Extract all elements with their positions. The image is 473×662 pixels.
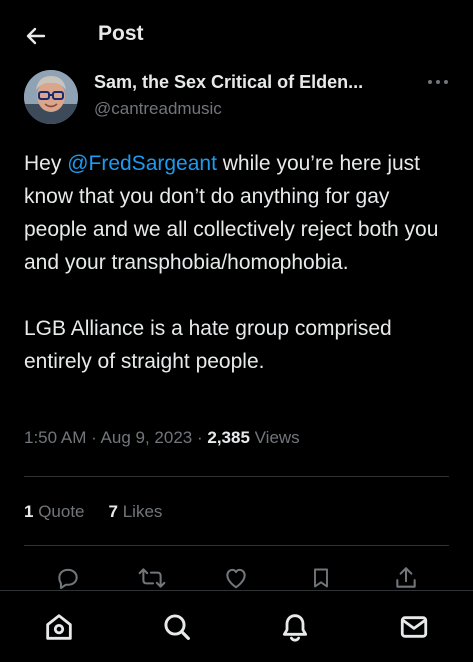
avatar[interactable] <box>24 70 78 124</box>
author-name[interactable]: Sam, the Sex Critical of Elden... <box>94 72 363 93</box>
share-icon <box>396 567 416 588</box>
divider <box>24 545 449 546</box>
post-text: Hey @FredSargeant while you’re here just… <box>24 147 454 378</box>
nav-home[interactable] <box>41 609 77 645</box>
more-options-button[interactable] <box>424 70 452 94</box>
post-paragraph-1: Hey @FredSargeant while you’re here just… <box>24 147 454 279</box>
views-label: Views <box>249 428 300 447</box>
bottom-nav <box>0 590 473 662</box>
meta-separator: · <box>86 428 101 447</box>
divider <box>24 476 449 477</box>
post-date[interactable]: Aug 9, 2023 <box>101 428 193 447</box>
page-title: Post <box>98 22 144 45</box>
post-text-intro: Hey <box>24 152 68 175</box>
post-time[interactable]: 1:50 AM <box>24 428 86 447</box>
more-icon <box>428 80 448 84</box>
likes-link[interactable]: 7 Likes <box>109 502 163 521</box>
bell-icon <box>282 614 308 642</box>
top-bar: Post <box>0 0 473 70</box>
arrow-left-icon <box>26 27 46 45</box>
home-icon <box>46 614 72 640</box>
likes-count: 7 <box>108 502 118 521</box>
author-handle[interactable]: @cantreadmusic <box>94 99 222 119</box>
views-count: 2,385 <box>207 428 250 447</box>
envelope-icon <box>400 616 428 638</box>
engagement-stats: 1 Quote 7 Likes <box>24 502 162 522</box>
user-avatar-icon <box>24 70 78 124</box>
post-paragraph-2: LGB Alliance is a hate group comprised e… <box>24 317 392 373</box>
post-screen: Post Sam, the Sex Critical of Elden... @… <box>0 0 473 662</box>
quotes-link[interactable]: 1 Quote <box>24 502 85 521</box>
quotes-label: Quote <box>33 502 85 521</box>
mention-link[interactable]: @FredSargeant <box>67 152 217 175</box>
bookmark-icon <box>314 568 328 588</box>
post-meta: 1:50 AM · Aug 9, 2023 · 2,385 Views <box>24 428 300 448</box>
nav-notifications[interactable] <box>277 609 313 645</box>
meta-separator: · <box>192 428 208 447</box>
repost-icon <box>138 568 166 588</box>
likes-label: Likes <box>117 502 163 521</box>
reply-icon <box>58 568 78 589</box>
nav-search[interactable] <box>159 609 195 645</box>
nav-messages[interactable] <box>396 609 432 645</box>
like-icon <box>226 568 246 589</box>
search-icon <box>164 614 190 640</box>
back-button[interactable] <box>22 22 50 50</box>
